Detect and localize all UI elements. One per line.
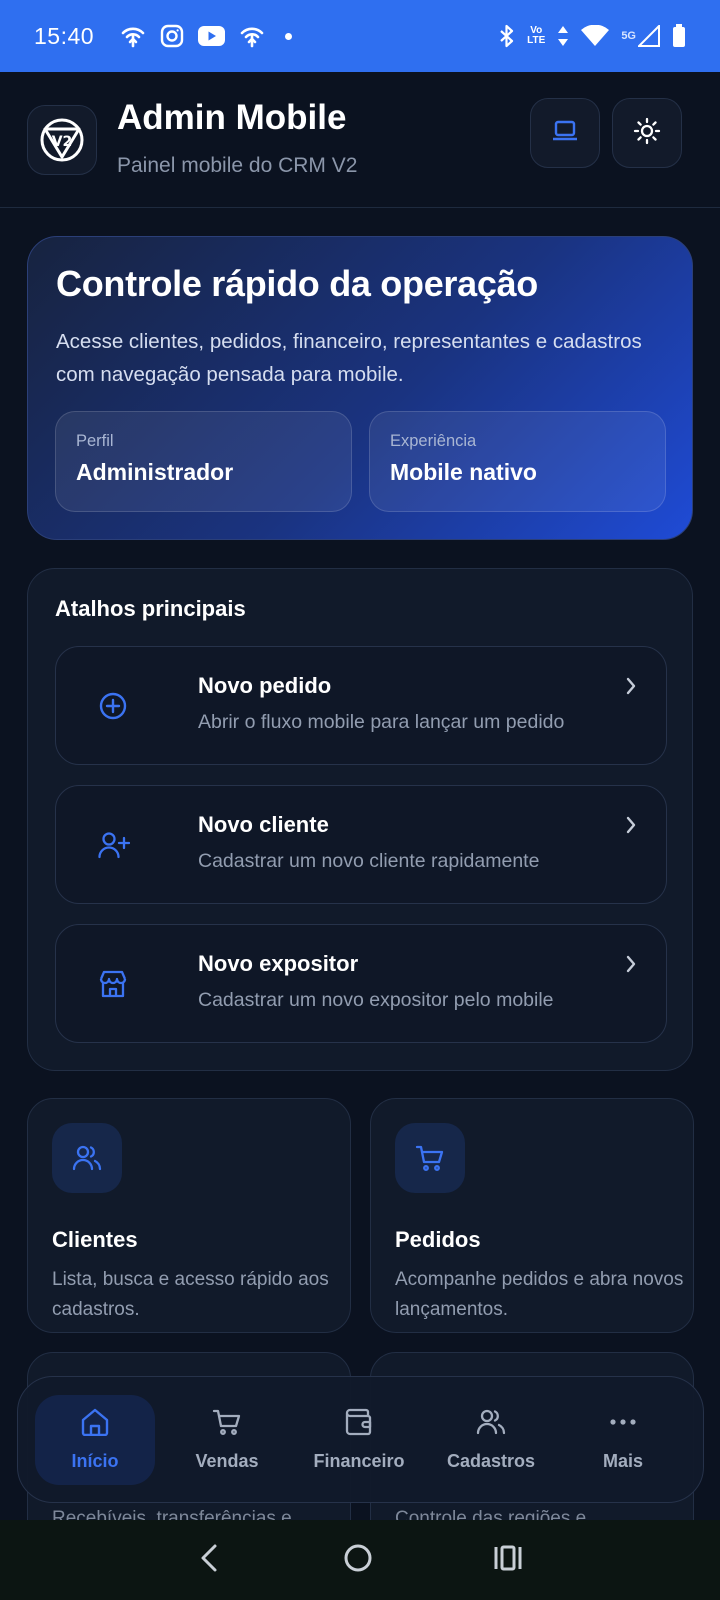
hero-card: Controle rápido da operação Acesse clien…	[27, 236, 693, 540]
shortcuts-panel: Atalhos principais Novo pedido Abrir o f…	[27, 568, 693, 1071]
module-description: Lista, busca e acesso rápido aos cadastr…	[52, 1269, 329, 1320]
shortcut-title: Novo pedido	[198, 673, 332, 698]
bluetooth-icon	[499, 24, 515, 48]
home-circle-icon[interactable]	[343, 1543, 373, 1578]
experience-card: Experiência Mobile nativo	[369, 411, 666, 512]
sun-icon	[633, 117, 661, 150]
wifi-calling-icon	[239, 24, 265, 48]
status-time: 15:40	[34, 22, 95, 49]
new-exhibitor-shortcut[interactable]: Novo expositor Cadastrar um novo exposit…	[55, 924, 667, 1043]
desktop-mode-button[interactable]	[530, 98, 600, 168]
nav-item-cadastros[interactable]: Cadastros	[431, 1395, 551, 1485]
new-order-shortcut[interactable]: Novo pedido Abrir o fluxo mobile para la…	[55, 646, 667, 765]
status-bar: 15:40 Vo LTE 5G	[0, 0, 720, 72]
nav-item-label: Início	[71, 1450, 119, 1471]
shortcut-title: Novo cliente	[198, 812, 329, 837]
profile-value: Administrador	[76, 459, 234, 485]
wallet-icon	[344, 1408, 374, 1441]
shortcut-description: Abrir o fluxo mobile para lançar um pedi…	[198, 711, 565, 733]
page-subtitle: Painel mobile do CRM V2	[117, 154, 358, 177]
profile-card: Perfil Administrador	[55, 411, 352, 512]
user-plus-icon	[98, 830, 131, 865]
nav-item-label: Vendas	[195, 1450, 259, 1471]
cart-icon	[395, 1123, 465, 1193]
recents-icon[interactable]	[493, 1544, 523, 1577]
app-header: V2 Admin Mobile Painel mobile do CRM V2	[0, 72, 720, 208]
nav-item-inicio[interactable]: Início	[35, 1394, 155, 1485]
profile-label: Perfil	[76, 432, 114, 450]
plus-circle-icon	[98, 691, 128, 726]
shortcut-title: Novo expositor	[198, 951, 359, 976]
nav-item-financeiro[interactable]: Financeiro	[299, 1395, 419, 1485]
youtube-icon	[198, 26, 226, 46]
wifi-calling-icon	[120, 24, 146, 48]
shortcut-description: Cadastrar um novo expositor pelo mobile	[198, 989, 554, 1011]
module-title: Pedidos	[395, 1227, 481, 1252]
theme-toggle-button[interactable]	[612, 98, 682, 168]
experience-label: Experiência	[390, 432, 477, 450]
store-icon	[98, 969, 128, 1004]
module-title: Clientes	[52, 1227, 138, 1252]
users-icon	[52, 1123, 122, 1193]
users-icon	[476, 1408, 506, 1441]
system-navigation-bar	[0, 1520, 720, 1600]
data-arrows-icon	[557, 25, 569, 47]
app-logo: V2	[27, 105, 97, 175]
nav-item-vendas[interactable]: Vendas	[167, 1395, 287, 1485]
more-icon	[608, 1408, 638, 1441]
cart-icon	[212, 1408, 242, 1441]
page-title: Admin Mobile	[117, 98, 347, 137]
volte-icon: Vo LTE	[527, 25, 546, 46]
new-client-shortcut[interactable]: Novo cliente Cadastrar um novo cliente r…	[55, 785, 667, 904]
chevron-right-icon	[624, 675, 638, 702]
laptop-icon	[551, 119, 579, 148]
experience-value: Mobile nativo	[390, 459, 537, 485]
bottom-navigation: Início Vendas Financeiro Cadastros Mais	[17, 1376, 704, 1503]
nav-item-label: Financeiro	[313, 1450, 405, 1471]
battery-icon	[672, 24, 686, 48]
wifi-icon	[581, 25, 610, 47]
nav-item-label: Cadastros	[446, 1450, 536, 1471]
signal-icon: 5G	[621, 25, 660, 47]
chevron-right-icon	[624, 953, 638, 980]
chevron-right-icon	[624, 814, 638, 841]
back-icon[interactable]	[197, 1543, 223, 1578]
nav-item-mais[interactable]: Mais	[563, 1395, 683, 1485]
notification-dot-icon	[285, 32, 293, 40]
instagram-icon	[160, 24, 184, 48]
clients-module-card[interactable]: Clientes Lista, busca e acesso rápido ao…	[27, 1098, 351, 1333]
nav-item-label: Mais	[602, 1450, 644, 1471]
home-icon	[80, 1408, 110, 1441]
shortcut-description: Cadastrar um novo cliente rapidamente	[198, 850, 540, 872]
orders-module-card[interactable]: Pedidos Acompanhe pedidos e abra novos l…	[370, 1098, 694, 1333]
logo-text: V2	[52, 134, 73, 150]
hero-title: Controle rápido da operação	[56, 263, 538, 304]
hero-description: Acesse clientes, pedidos, financeiro, re…	[56, 330, 642, 386]
shortcuts-title: Atalhos principais	[55, 596, 246, 621]
module-description: Acompanhe pedidos e abra novos lançament…	[395, 1269, 684, 1320]
